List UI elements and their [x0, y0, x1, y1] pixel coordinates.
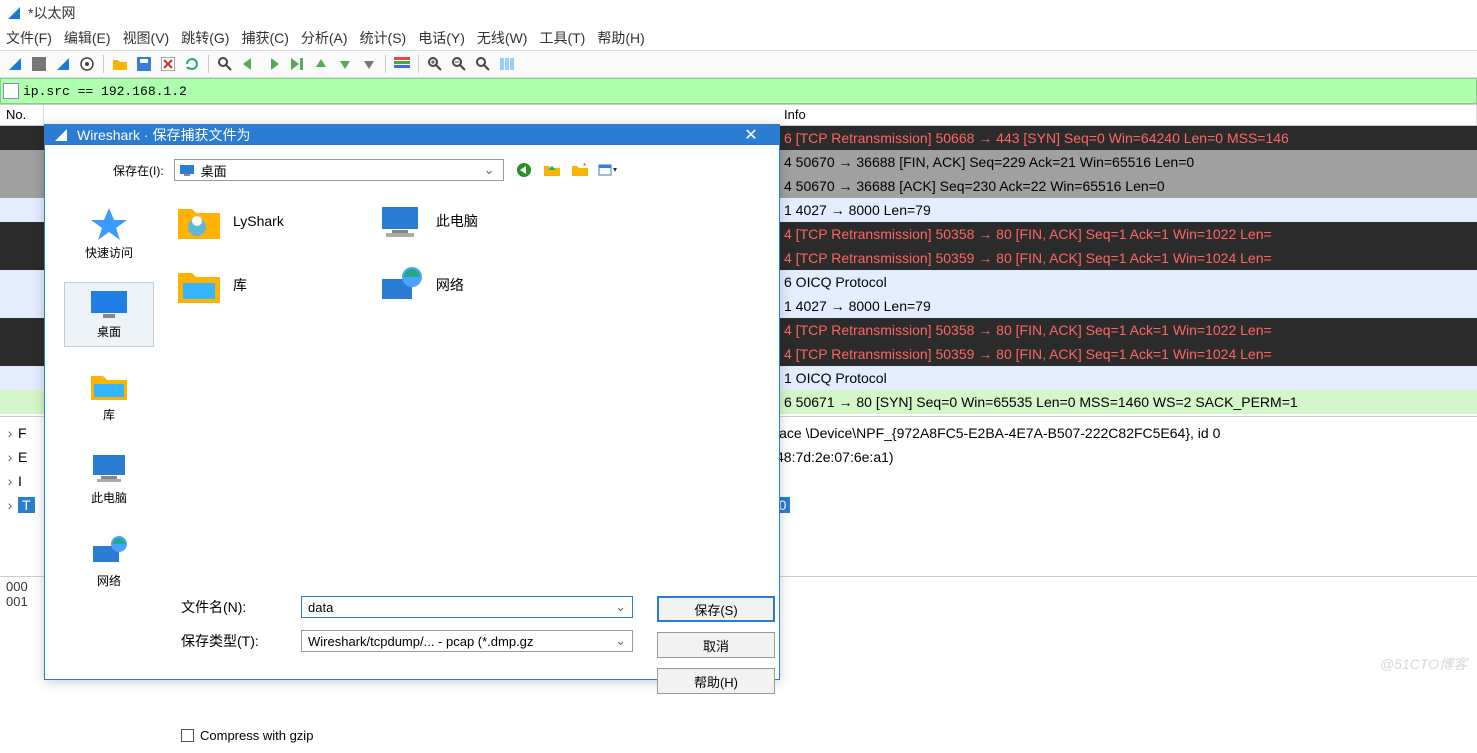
desktop-icon: [179, 164, 195, 176]
tb-zoomin[interactable]: [424, 53, 446, 75]
menu-view[interactable]: 视图(V): [123, 28, 170, 48]
gzip-label: Compress with gzip: [200, 728, 313, 743]
filter-bar[interactable]: [0, 78, 1477, 104]
tb-colorize[interactable]: [391, 53, 413, 75]
expand-icon[interactable]: ›: [2, 473, 18, 489]
expand-icon[interactable]: ›: [2, 497, 18, 513]
nav-back-icon[interactable]: [514, 161, 534, 179]
tb-reload[interactable]: [181, 53, 203, 75]
save-dialog: Wireshark · 保存捕获文件为 ✕ 保存在(I): 桌面 ⌄ * 快速访…: [44, 124, 780, 680]
filetype-label: 保存类型(T):: [181, 631, 271, 651]
title-bar: *以太网: [0, 0, 1477, 26]
nav-up-icon[interactable]: [542, 161, 562, 179]
tb-options[interactable]: [76, 53, 98, 75]
nav-newfolder-icon[interactable]: *: [570, 161, 590, 179]
tb-sep: [103, 55, 104, 73]
detail-frame[interactable]: F: [18, 425, 27, 441]
menu-help[interactable]: 帮助(H): [597, 28, 644, 48]
place-quick[interactable]: 快速访问: [64, 199, 154, 268]
tb-sep: [385, 55, 386, 73]
bookmark-icon[interactable]: [3, 83, 19, 99]
places-bar: 快速访问 桌面 库 此电脑 网络: [59, 193, 159, 596]
filetype-select[interactable]: Wireshark/tcpdump/... - pcap (*.dmp.gz ⌄: [301, 630, 633, 652]
menu-tools[interactable]: 工具(T): [539, 28, 585, 48]
filename-label: 文件名(N):: [181, 597, 271, 617]
toolbar: [0, 50, 1477, 78]
filename-input[interactable]: data ⌄: [301, 596, 633, 618]
menu-edit[interactable]: 编辑(E): [64, 28, 111, 48]
col-info[interactable]: Info: [44, 105, 1477, 125]
col-no[interactable]: No.: [0, 105, 44, 125]
svg-text:*: *: [583, 163, 586, 171]
menu-analyse[interactable]: 分析(A): [301, 28, 348, 48]
chevron-down-icon[interactable]: ⌄: [484, 162, 499, 178]
close-icon[interactable]: ✕: [731, 125, 771, 145]
tb-next[interactable]: [262, 53, 284, 75]
tb-goto[interactable]: [286, 53, 308, 75]
tb-zoom100[interactable]: [472, 53, 494, 75]
wireshark-icon: [53, 127, 69, 143]
detail-tcp[interactable]: T: [18, 497, 35, 513]
save-button[interactable]: 保存(S): [657, 596, 775, 622]
tb-start[interactable]: [4, 53, 26, 75]
tb-sep: [418, 55, 419, 73]
place-thispc[interactable]: 此电脑: [64, 444, 154, 513]
help-button[interactable]: 帮助(H): [657, 668, 775, 694]
dialog-title: Wireshark · 保存捕获文件为: [77, 125, 250, 145]
tb-close[interactable]: [157, 53, 179, 75]
detail-eth[interactable]: E: [18, 449, 27, 465]
menu-goto[interactable]: 跳转(G): [181, 28, 229, 48]
tb-stop[interactable]: [28, 53, 50, 75]
file-item-thispc[interactable]: 此电脑: [374, 201, 478, 241]
tb-last[interactable]: [334, 53, 356, 75]
tb-sep: [208, 55, 209, 73]
file-area[interactable]: LyShark 库 此电脑 网络: [167, 193, 765, 596]
cancel-button[interactable]: 取消: [657, 632, 775, 658]
menu-wifi[interactable]: 无线(W): [477, 28, 528, 48]
place-library[interactable]: 库: [64, 361, 154, 430]
tb-first[interactable]: [310, 53, 332, 75]
expand-icon[interactable]: ›: [2, 449, 18, 465]
chevron-down-icon[interactable]: ⌄: [615, 599, 626, 615]
detail-ip[interactable]: I: [18, 473, 22, 489]
tb-restart[interactable]: [52, 53, 74, 75]
watermark: @51CTO博客: [1380, 654, 1467, 674]
tb-open[interactable]: [109, 53, 131, 75]
tb-zoomout[interactable]: [448, 53, 470, 75]
tb-save[interactable]: [133, 53, 155, 75]
file-item-lyshark[interactable]: LyShark: [175, 201, 284, 241]
display-filter-input[interactable]: [23, 84, 1474, 99]
tb-prev[interactable]: [238, 53, 260, 75]
tb-resize[interactable]: [496, 53, 518, 75]
chevron-down-icon[interactable]: ⌄: [615, 633, 626, 649]
file-item-network[interactable]: 网络: [374, 265, 478, 305]
place-desktop[interactable]: 桌面: [64, 282, 154, 347]
tb-find[interactable]: [214, 53, 236, 75]
tb-autoscroll[interactable]: [358, 53, 380, 75]
menu-tele[interactable]: 电话(Y): [418, 28, 465, 48]
place-network[interactable]: 网络: [64, 527, 154, 596]
gzip-checkbox[interactable]: [181, 729, 194, 742]
save-in-combo[interactable]: 桌面 ⌄: [174, 159, 504, 181]
nav-viewmenu-icon[interactable]: [598, 161, 618, 179]
packet-list-header: No. Info: [0, 104, 1477, 126]
wireshark-icon: [6, 5, 22, 21]
dialog-titlebar[interactable]: Wireshark · 保存捕获文件为 ✕: [45, 125, 779, 145]
menu-capture[interactable]: 捕获(C): [241, 28, 288, 48]
menu-stats[interactable]: 统计(S): [360, 28, 407, 48]
window-title: *以太网: [28, 3, 75, 23]
menu-bar: 文件(F) 编辑(E) 视图(V) 跳转(G) 捕获(C) 分析(A) 统计(S…: [0, 26, 1477, 50]
expand-icon[interactable]: ›: [2, 425, 18, 441]
save-in-label: 保存在(I):: [113, 162, 164, 179]
file-item-library[interactable]: 库: [175, 265, 284, 305]
menu-file[interactable]: 文件(F): [6, 28, 52, 48]
